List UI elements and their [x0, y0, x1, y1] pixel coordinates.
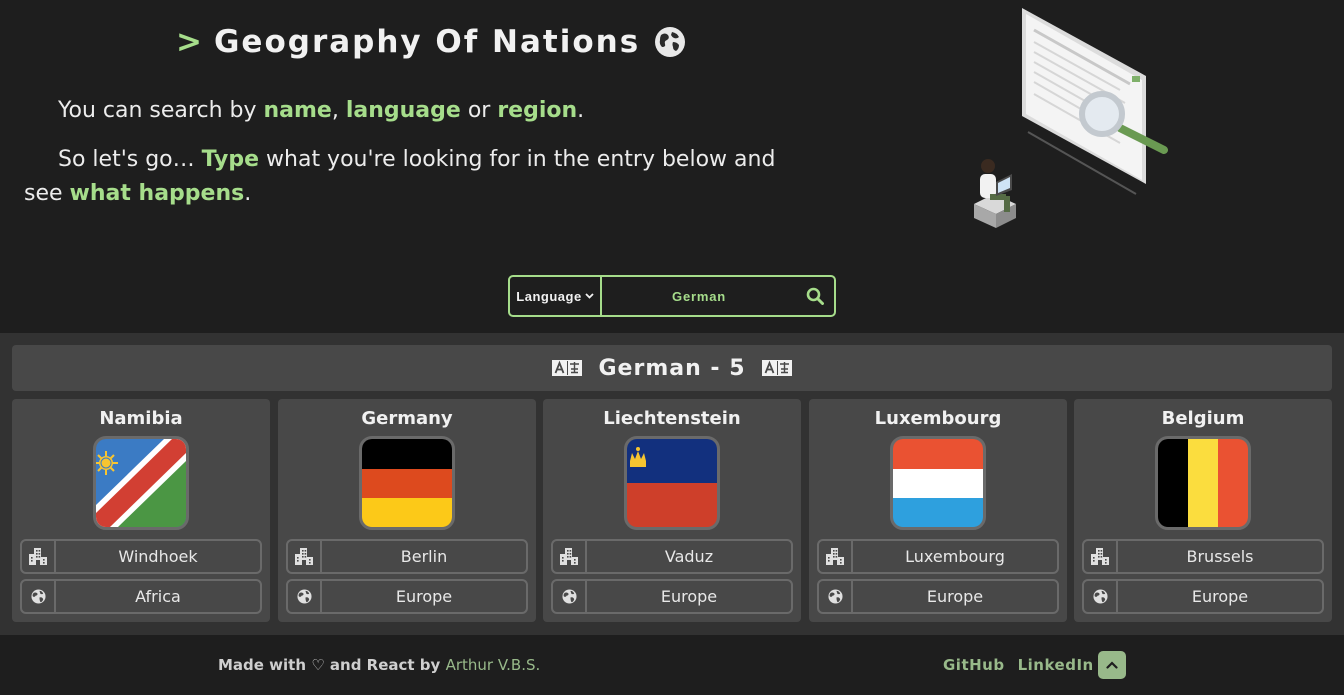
chevron-down-icon — [585, 293, 594, 299]
country-card-germany[interactable]: Germany Berlin Europe — [278, 399, 536, 622]
intro-paragraph-1: You can search by name, language or regi… — [58, 98, 585, 123]
chevron-up-icon — [1106, 661, 1118, 669]
flag-germany — [359, 436, 455, 530]
capital-value: Windhoek — [118, 547, 198, 566]
search-bar: Language German — [508, 275, 836, 317]
region-value: Europe — [395, 587, 453, 606]
translate-icon — [552, 360, 583, 376]
region-row: Africa — [20, 579, 262, 614]
keyword-language: language — [345, 98, 461, 123]
capital-row: Windhoek — [20, 539, 262, 574]
search-input[interactable]: German — [602, 277, 796, 315]
linkedin-link[interactable]: LinkedIn — [1018, 656, 1094, 674]
city-icon — [553, 541, 587, 572]
results-heading: German - 5 — [598, 355, 746, 381]
page-title: > Geography Of Nations — [176, 24, 686, 60]
city-icon — [819, 541, 853, 572]
results-header: German - 5 — [12, 345, 1332, 391]
github-link[interactable]: GitHub — [943, 656, 1005, 674]
region-value: Europe — [1191, 587, 1249, 606]
search-filter-value: Language — [516, 288, 582, 304]
author-link[interactable]: Arthur V.B.S. — [446, 656, 541, 674]
region-row: Europe — [286, 579, 528, 614]
keyword-type: Type — [201, 147, 260, 172]
search-filter-select[interactable]: Language — [510, 277, 602, 315]
globe-icon — [1084, 581, 1118, 612]
flag-namibia — [93, 436, 189, 530]
country-card-liechtenstein[interactable]: Liechtenstein Vaduz Europe — [543, 399, 801, 622]
country-name: Belgium — [1161, 408, 1245, 429]
globe-icon — [819, 581, 853, 612]
footer: Made with ♡ and React by Arthur V.B.S. G… — [0, 635, 1344, 695]
title-caret: > — [176, 24, 204, 60]
region-value: Europe — [926, 587, 984, 606]
city-icon — [288, 541, 322, 572]
country-name: Liechtenstein — [603, 408, 741, 429]
title-text: Geography Of Nations — [213, 24, 641, 60]
intro-text: You can search by name, language or regi… — [24, 94, 804, 226]
translate-icon — [761, 360, 792, 376]
region-row: Europe — [817, 579, 1059, 614]
capital-value: Luxembourg — [905, 547, 1005, 566]
country-card-namibia[interactable]: Namibia Windhoek Africa — [12, 399, 270, 622]
search-query: German — [672, 288, 726, 304]
country-card-belgium[interactable]: Belgium Brussels Europe — [1074, 399, 1332, 622]
city-icon — [1084, 541, 1118, 572]
keyword-region: region — [497, 98, 578, 123]
flag-belgium — [1155, 436, 1251, 530]
capital-row: Vaduz — [551, 539, 793, 574]
results-section: German - 5 Namibia Windhoek Africa Germa… — [0, 333, 1344, 635]
search-button[interactable] — [796, 277, 834, 315]
flag-liechtenstein — [624, 436, 720, 530]
capital-value: Vaduz — [664, 547, 714, 566]
globe-icon — [553, 581, 587, 612]
city-icon — [22, 541, 56, 572]
country-name: Namibia — [99, 408, 183, 429]
back-to-top-button[interactable] — [1098, 651, 1126, 679]
keyword-name: name — [263, 98, 332, 123]
region-row: Europe — [551, 579, 793, 614]
flag-luxembourg — [890, 436, 986, 530]
capital-row: Brussels — [1082, 539, 1324, 574]
keyword-what-happens: what happens — [69, 181, 245, 206]
search-icon — [806, 287, 824, 305]
region-row: Europe — [1082, 579, 1324, 614]
capital-row: Luxembourg — [817, 539, 1059, 574]
intro-paragraph-2: So let's go… Type what you're looking fo… — [24, 147, 776, 206]
country-card-luxembourg[interactable]: Luxembourg Luxembourg Europe — [809, 399, 1067, 622]
globe-icon — [22, 581, 56, 612]
capital-row: Berlin — [286, 539, 528, 574]
earth-icon — [655, 27, 686, 57]
country-name: Germany — [361, 408, 453, 429]
footer-links: GitHub LinkedIn — [943, 656, 1094, 674]
capital-value: Berlin — [400, 547, 448, 566]
region-value: Africa — [135, 587, 181, 606]
globe-icon — [288, 581, 322, 612]
search-illustration — [974, 8, 1168, 228]
capital-value: Brussels — [1186, 547, 1254, 566]
region-value: Europe — [660, 587, 718, 606]
country-name: Luxembourg — [874, 408, 1002, 429]
made-with-text: Made with ♡ and React by Arthur V.B.S. — [218, 656, 541, 674]
